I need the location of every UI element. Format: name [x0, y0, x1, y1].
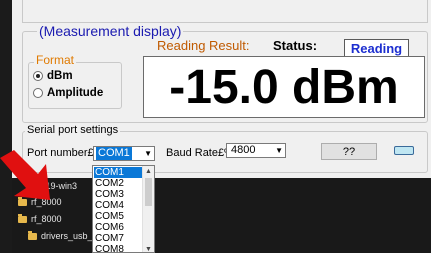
port-option-com4[interactable]: COM4 [94, 200, 144, 211]
baud-rate-label: Baud Rate£º [166, 147, 229, 159]
chevron-down-icon[interactable]: ▼ [275, 144, 283, 157]
baud-rate-value: 4800 [231, 144, 256, 156]
measurement-group-title: (Measurement display) [37, 23, 184, 39]
port-option-com8[interactable]: COM8 [94, 244, 144, 252]
baud-rate-combo[interactable]: 4800 ▼ [226, 143, 286, 158]
port-option-com7[interactable]: COM7 [94, 233, 144, 244]
chevron-down-icon[interactable]: ▼ [145, 246, 152, 252]
background-strip [0, 0, 12, 253]
port-option-com5[interactable]: COM5 [94, 211, 144, 222]
port-option-com1[interactable]: COM1 [94, 167, 144, 178]
tree-item[interactable]: drivers_usb_C [28, 230, 100, 241]
chevron-down-icon[interactable]: ▼ [144, 147, 152, 160]
radio-unselected-icon [33, 88, 43, 98]
format-dbm-label: dBm [47, 70, 73, 82]
connection-indicator [394, 146, 414, 155]
format-dbm-radio[interactable]: dBm [33, 70, 73, 82]
radio-selected-icon [33, 71, 43, 81]
dropdown-scrollbar[interactable]: ▲ ▼ [142, 166, 154, 252]
serial-settings-title: Serial port settings [25, 124, 121, 136]
port-dropdown-list[interactable]: COM1 COM2 COM3 COM4 COM5 COM6 COM7 COM8 … [92, 165, 155, 253]
annotation-arrow-icon [0, 150, 50, 200]
port-option-com2[interactable]: COM2 [94, 178, 144, 189]
status-label: Status: [273, 38, 318, 53]
tree-item-label: drivers_usb_C [41, 231, 100, 241]
reading-value-display: -15.0 dBm [143, 56, 425, 118]
format-amplitude-label: Amplitude [47, 87, 104, 99]
chevron-up-icon[interactable]: ▲ [145, 168, 152, 175]
format-amplitude-radio[interactable]: Amplitude [33, 87, 103, 99]
tree-item[interactable]: rf_8000 [18, 213, 62, 224]
folder-icon [28, 230, 37, 240]
scroll-thumb[interactable] [145, 178, 152, 206]
top-panel [22, 0, 428, 23]
port-option-com6[interactable]: COM6 [94, 222, 144, 233]
reading-result-label: Reading Result: [157, 38, 250, 53]
port-number-combo[interactable]: COM1 ▼ [93, 146, 155, 161]
folder-icon [18, 213, 27, 223]
port-option-com3[interactable]: COM3 [94, 189, 144, 200]
query-button[interactable]: ?? [321, 143, 377, 160]
port-number-value: COM1 [96, 147, 132, 160]
tree-item-label: rf_8000 [31, 214, 62, 224]
format-group-title: Format [34, 53, 77, 67]
